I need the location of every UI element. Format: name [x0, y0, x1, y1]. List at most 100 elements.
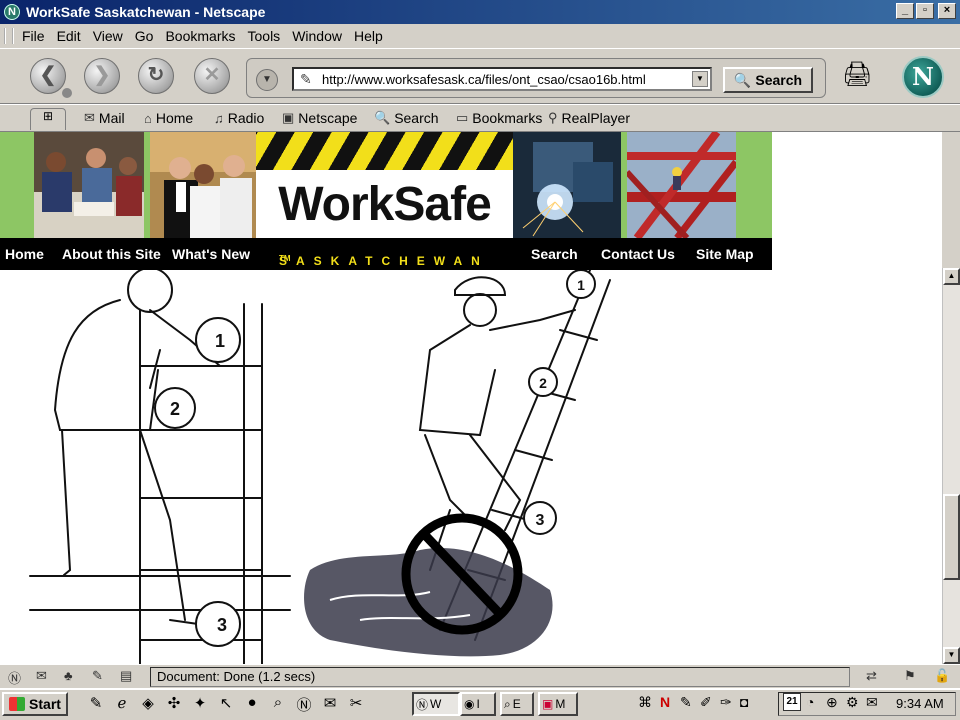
menu-edit[interactable]: Edit: [57, 28, 81, 44]
navigator-icon[interactable]: Ⓝ: [8, 668, 21, 687]
scroll-up-button[interactable]: ▲: [943, 268, 960, 285]
vertical-scrollbar[interactable]: ▲ ▼: [942, 268, 960, 664]
magnifier-icon: 🔍: [733, 71, 752, 88]
task-label: W: [430, 697, 442, 711]
task-label: M: [555, 697, 566, 711]
close-button[interactable]: ×: [938, 3, 956, 19]
personal-netscape[interactable]: ▣ Netscape: [282, 110, 357, 126]
tray-network-icon[interactable]: ⚙: [846, 694, 859, 711]
hazard-stripe: [256, 132, 513, 170]
personal-bookmarks[interactable]: ▭ Bookmarks: [456, 110, 542, 126]
worksafe-logo[interactable]: WorkSafe: [256, 170, 513, 238]
forward-button[interactable]: ❯: [84, 58, 120, 94]
tray-paint-icon[interactable]: ✑: [720, 694, 732, 711]
history-dropdown-button[interactable]: ▼: [256, 69, 278, 91]
tray-netscape-icon[interactable]: N: [660, 694, 670, 710]
tray-tool-icon[interactable]: ✎: [680, 694, 692, 711]
instant-messenger-icon[interactable]: ♣: [64, 668, 73, 683]
quicklaunch-notepad-icon[interactable]: ✎: [86, 694, 106, 714]
calendar-icon[interactable]: 21: [783, 693, 801, 711]
personal-radio-label: Radio: [227, 110, 265, 126]
search-button[interactable]: 🔍 Search: [723, 67, 813, 93]
quicklaunch-app-icon[interactable]: ◈: [138, 694, 158, 714]
scroll-down-button[interactable]: ▼: [943, 647, 960, 664]
start-label: Start: [29, 696, 61, 712]
quicklaunch-pointer-icon[interactable]: ↖: [216, 694, 236, 714]
task-netscape[interactable]: Ⓝ W: [412, 692, 460, 716]
my-netscape-icon: ▣: [282, 110, 295, 125]
address-book-icon[interactable]: ▤: [120, 668, 132, 684]
tray-camera-icon[interactable]: ◘: [740, 694, 748, 710]
personal-home[interactable]: ⌂ Home: [144, 110, 193, 126]
sidebar-tab[interactable]: ⊞: [30, 108, 66, 130]
task-explorer[interactable]: ⌕ E: [500, 692, 534, 716]
windows-logo-icon: [9, 697, 26, 711]
clock[interactable]: 9:34 AM: [896, 696, 944, 711]
menu-help[interactable]: Help: [354, 28, 383, 44]
menu-bookmarks[interactable]: Bookmarks: [165, 28, 235, 44]
search-icon: 🔍: [374, 110, 391, 125]
url-dropdown-button[interactable]: ▼: [692, 71, 708, 87]
netscape-icon: N: [4, 4, 20, 20]
nav-about[interactable]: About this Site: [62, 246, 161, 262]
nav-site-map[interactable]: Site Map: [696, 246, 754, 262]
toolbar-grip[interactable]: [4, 28, 14, 44]
menu-file[interactable]: File: [22, 28, 45, 44]
tray-pencil-icon[interactable]: ✐: [700, 694, 712, 711]
back-button[interactable]: ❮: [30, 58, 66, 94]
scroll-thumb[interactable]: [943, 494, 960, 580]
province-text: SASKATCHEWAN: [279, 254, 489, 268]
callout-right-3: 3: [536, 512, 545, 529]
task-app-2[interactable]: ◉ I: [460, 692, 496, 716]
mail-icon[interactable]: ✉: [36, 668, 47, 684]
tray-clock-app-icon[interactable]: ◔: [806, 694, 814, 710]
meeting-photo: [34, 132, 144, 238]
back-dropdown-button[interactable]: [62, 88, 72, 98]
location-icon: ✎: [300, 71, 312, 87]
reload-button[interactable]: ↻: [138, 58, 174, 94]
lock-icon[interactable]: 🔓: [934, 668, 950, 684]
print-icon[interactable]: 🖨: [842, 60, 872, 89]
quicklaunch-compass-icon[interactable]: ✦: [190, 694, 210, 714]
forward-icon: ❯: [93, 64, 111, 86]
headphones-icon: ♫: [214, 110, 224, 126]
quicklaunch-network-icon[interactable]: ✣: [164, 694, 184, 714]
quicklaunch-messenger-icon[interactable]: ●: [242, 694, 262, 714]
personal-mail[interactable]: ✉ Mail: [84, 110, 125, 126]
personal-search[interactable]: 🔍 Search: [374, 110, 439, 126]
personal-realplayer[interactable]: ⚲ RealPlayer: [548, 110, 630, 126]
quicklaunch-tools-icon[interactable]: ✂: [346, 694, 366, 714]
menu-view[interactable]: View: [93, 28, 123, 44]
quicklaunch-search-icon[interactable]: ⌕: [268, 694, 288, 714]
tray-monitor-icon[interactable]: ⌘: [638, 694, 652, 711]
personal-search-label: Search: [394, 110, 439, 126]
netscape-icon: Ⓝ: [416, 697, 429, 712]
personal-mail-label: Mail: [98, 110, 125, 126]
ladder-safety-illustration: 1 2 3 1 2 3: [29, 270, 611, 664]
minimize-button[interactable]: _: [896, 3, 914, 19]
quicklaunch-ie-icon[interactable]: ℯ: [112, 694, 132, 714]
menu-window[interactable]: Window: [292, 28, 342, 44]
personal-radio[interactable]: ♫ Radio: [214, 110, 264, 126]
menu-go[interactable]: Go: [135, 28, 154, 44]
quicklaunch-netscape-icon[interactable]: Ⓝ: [294, 694, 314, 714]
nav-home[interactable]: Home: [5, 246, 44, 262]
nav-contact[interactable]: Contact Us: [601, 246, 675, 262]
netscape-logo[interactable]: N: [902, 56, 944, 98]
security-info-icon[interactable]: ⚑: [904, 668, 916, 684]
maximize-button[interactable]: ▫: [916, 3, 934, 19]
tray-globe-icon[interactable]: ⊕: [826, 694, 838, 711]
quicklaunch-mail-icon[interactable]: ✉: [320, 694, 340, 714]
task-powerpoint[interactable]: ▣ M: [538, 692, 578, 716]
url-input[interactable]: ✎ http://www.worksafesask.ca/files/ont_c…: [292, 67, 712, 91]
stop-button[interactable]: ✕: [194, 58, 230, 94]
composer-icon[interactable]: ✎: [92, 668, 103, 684]
nav-whats-new[interactable]: What's New: [172, 246, 250, 262]
search-button-label: Search: [755, 72, 803, 88]
start-button[interactable]: Start: [2, 692, 68, 716]
tray-mail-icon[interactable]: ✉: [866, 694, 878, 711]
nav-search[interactable]: Search: [531, 246, 578, 262]
menu-tools[interactable]: Tools: [248, 28, 281, 44]
online-status-icon[interactable]: ⇄: [866, 668, 877, 684]
staff-photo: [150, 132, 256, 238]
